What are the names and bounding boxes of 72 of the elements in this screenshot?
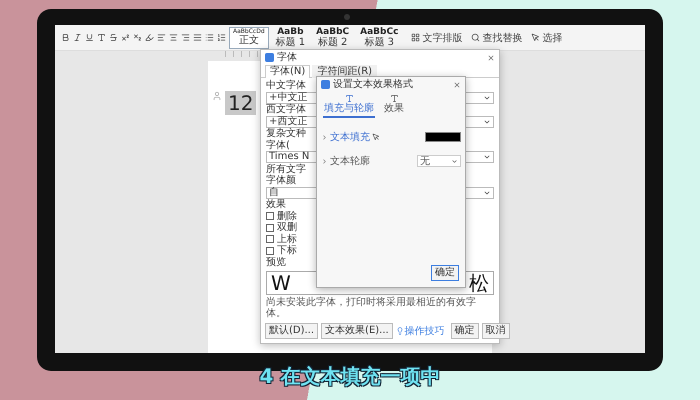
checkbox[interactable] xyxy=(266,224,274,232)
expand-icon[interactable] xyxy=(321,158,328,164)
dialog-tab[interactable]: 字体(N) xyxy=(265,65,310,78)
dialog-title: 设置文本效果格式 xyxy=(333,80,413,90)
field-label: 预览 xyxy=(266,256,286,268)
field-label: 字体( xyxy=(266,140,290,150)
camera-dot xyxy=(344,14,350,20)
app-icon xyxy=(321,80,330,89)
letter-icon xyxy=(390,94,398,103)
strikethrough-icon[interactable] xyxy=(109,33,118,42)
align-right-icon[interactable] xyxy=(181,33,190,42)
grid-icon xyxy=(411,33,420,42)
ok-button[interactable]: 确定 xyxy=(431,265,459,281)
cancel-button[interactable]: 取消 xyxy=(482,322,510,338)
preview-text: 松 xyxy=(469,272,489,292)
caret-icon xyxy=(483,153,491,161)
section-header[interactable]: 文本填充 xyxy=(330,130,370,144)
underline-icon[interactable] xyxy=(85,33,94,42)
italic-icon[interactable] xyxy=(73,33,82,42)
caret-icon xyxy=(451,158,458,164)
color-dropdown[interactable] xyxy=(425,132,461,142)
checkbox[interactable] xyxy=(266,235,274,243)
expand-icon[interactable] xyxy=(321,134,328,140)
numbered-list-icon[interactable] xyxy=(217,33,226,42)
font-note: 尚未安装此字体，打印时将采用最相近的有效字体。 xyxy=(265,296,477,320)
person-icon xyxy=(212,91,222,101)
style-preset[interactable]: AaBb 标题 1 xyxy=(272,26,310,48)
dialog-button[interactable]: 默认(D)... xyxy=(265,322,318,338)
letter-icon xyxy=(344,94,354,103)
preview-text: W xyxy=(271,272,291,292)
close-icon[interactable] xyxy=(453,80,461,88)
ok-button[interactable]: 确定 xyxy=(450,322,479,338)
checkbox-label: 双删 xyxy=(277,222,297,233)
close-icon[interactable] xyxy=(487,54,495,62)
align-center-icon[interactable] xyxy=(169,33,178,42)
toolbar-button[interactable]: 文字排版 xyxy=(411,30,462,44)
lightbulb-icon xyxy=(396,326,404,334)
checkbox-label: 下标 xyxy=(277,245,297,256)
bullet-list-icon[interactable] xyxy=(205,33,214,42)
style-preset[interactable]: AaBbCc 标题 3 xyxy=(356,26,402,48)
superscript-icon[interactable] xyxy=(121,33,130,42)
field-label: 复杂文种 xyxy=(266,128,306,139)
field-label: 所有文字 xyxy=(266,164,306,174)
checkbox[interactable] xyxy=(266,246,274,254)
dialog-title: 字体 xyxy=(277,52,297,62)
highlighter-icon[interactable] xyxy=(145,33,154,42)
style-preset[interactable]: AaBbC 标题 2 xyxy=(312,26,354,48)
pointer-icon xyxy=(531,33,540,42)
align-left-icon[interactable] xyxy=(157,33,166,42)
font-color-icon[interactable] xyxy=(97,33,106,42)
bold-icon[interactable] xyxy=(61,33,70,42)
tips-link[interactable]: 操作技巧 xyxy=(396,324,445,338)
search-icon xyxy=(471,33,480,42)
dialog-tab[interactable]: 效果 xyxy=(383,94,405,118)
toolbar-button[interactable]: 查找替换 xyxy=(471,30,522,44)
toolbar-button[interactable]: 选择 xyxy=(531,30,562,44)
dialog-button[interactable]: 文本效果(E)... xyxy=(321,322,393,338)
checkbox-label: 上标 xyxy=(277,234,297,244)
selected-text: 12 xyxy=(225,91,256,115)
checkbox-label: 删除 xyxy=(277,210,297,222)
cursor-icon xyxy=(372,133,380,141)
section-header[interactable]: 文本轮廓 xyxy=(330,154,370,168)
outline-dropdown[interactable]: 无 xyxy=(417,155,461,167)
field-label: 中文字体 xyxy=(266,80,306,91)
dialog-tab[interactable]: 填充与轮廓 xyxy=(323,94,375,118)
app-icon xyxy=(265,53,274,62)
subscript-icon[interactable] xyxy=(133,33,142,42)
checkbox[interactable] xyxy=(266,212,274,220)
field-label: 西文字体 xyxy=(266,104,306,115)
align-justify-icon[interactable] xyxy=(193,33,202,42)
field-label: 效果 xyxy=(266,199,286,210)
field-label: 字体颜 xyxy=(266,175,296,186)
